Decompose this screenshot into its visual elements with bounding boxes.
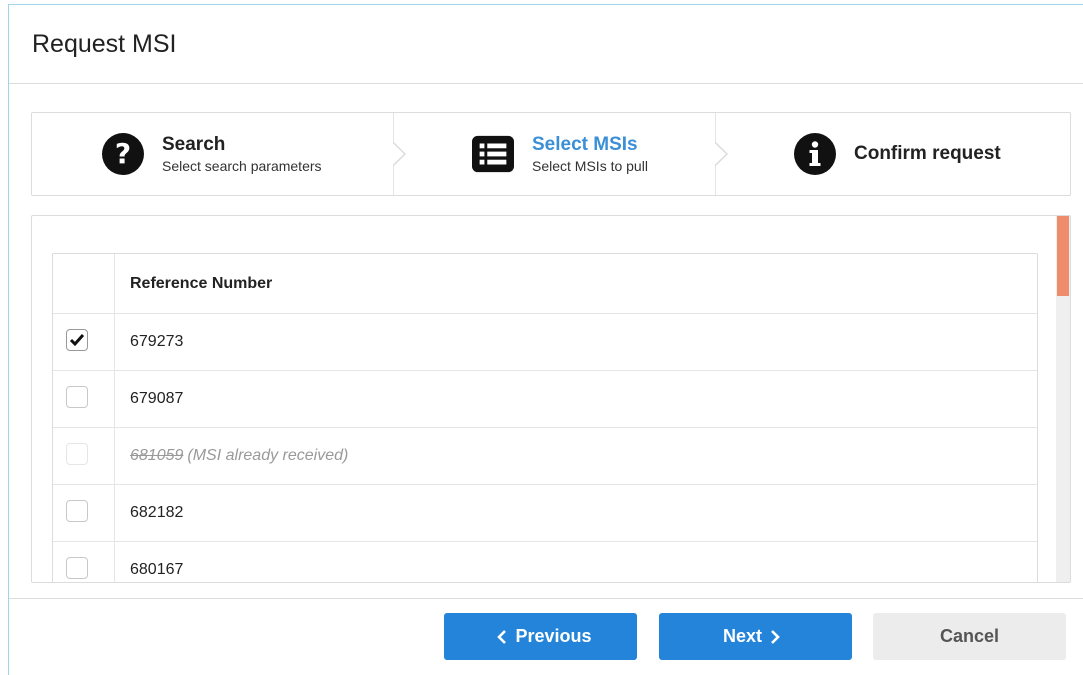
row-checkbox[interactable] <box>66 386 88 408</box>
step-divider <box>393 113 407 195</box>
next-button-label: Next <box>722 626 762 646</box>
checkmark-icon <box>69 334 85 347</box>
msi-table: Reference Number 679273 679087 681059 (M… <box>52 253 1038 582</box>
reference-number: 682182 <box>130 504 184 521</box>
chevron-left-icon <box>497 629 507 644</box>
info-circle-icon <box>794 133 836 175</box>
question-circle-icon: ? <box>102 133 144 175</box>
reference-number: 679087 <box>130 390 184 407</box>
row-checkbox[interactable] <box>66 500 88 522</box>
step-search[interactable]: ? Search Select search parameters <box>32 113 407 195</box>
msi-list-panel: Reference Number 679273 679087 681059 (M… <box>31 215 1071 583</box>
previous-button-label: Previous <box>515 626 592 646</box>
dialog-header: Request MSI <box>9 5 1083 84</box>
step-search-title: Search <box>162 134 226 155</box>
step-search-subtitle: Select search parameters <box>162 158 322 174</box>
table-row[interactable]: 679087 <box>53 371 1037 428</box>
vertical-scrollbar[interactable] <box>1056 216 1070 582</box>
dialog-footer-divider <box>9 598 1083 599</box>
reference-number: 680167 <box>130 561 184 578</box>
reference-number-header: Reference Number <box>130 274 273 292</box>
reference-number: 681059 <box>130 447 184 464</box>
table-row-disabled: 681059 (MSI already received) <box>53 428 1037 485</box>
step-confirm-request[interactable]: Confirm request <box>724 113 1070 195</box>
reference-number: 679273 <box>130 333 184 350</box>
step-confirm-request-title: Confirm request <box>854 143 1001 164</box>
row-checkbox[interactable] <box>66 557 88 579</box>
cancel-button[interactable]: Cancel <box>873 613 1066 660</box>
step-divider <box>715 113 729 195</box>
table-header-row: Reference Number <box>53 254 1037 314</box>
step-select-msis[interactable]: Select MSIs Select MSIs to pull <box>402 113 729 195</box>
svg-text:?: ? <box>115 137 131 170</box>
table-row[interactable]: 682182 <box>53 485 1037 542</box>
previous-button[interactable]: Previous <box>444 613 637 660</box>
chevron-right-icon <box>771 629 780 644</box>
table-row[interactable]: 679273 <box>53 314 1037 371</box>
select-column-header <box>53 254 115 313</box>
table-row[interactable]: 680167 <box>53 542 1037 582</box>
row-checkbox[interactable] <box>66 329 88 351</box>
cancel-button-label: Cancel <box>939 626 1000 646</box>
list-icon <box>472 133 514 175</box>
step-select-msis-subtitle: Select MSIs to pull <box>532 158 648 174</box>
next-button[interactable]: Next <box>659 613 852 660</box>
wizard-steps: ? Search Select search parameters Select… <box>31 112 1071 196</box>
step-select-msis-title: Select MSIs <box>532 134 638 155</box>
dialog-title: Request MSI <box>32 30 177 58</box>
row-checkbox-disabled <box>66 443 88 465</box>
already-received-note: (MSI already received) <box>187 447 349 464</box>
scrollbar-thumb[interactable] <box>1057 216 1069 296</box>
request-msi-dialog: Request MSI ? Search Select search param… <box>8 4 1083 675</box>
